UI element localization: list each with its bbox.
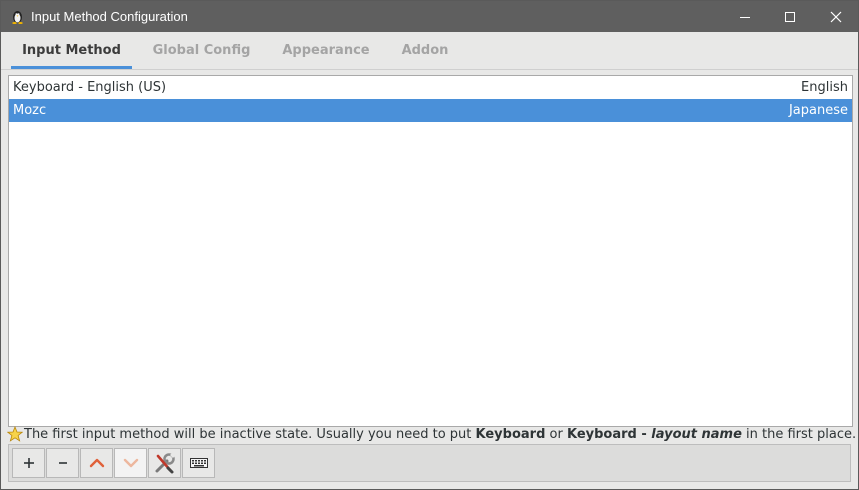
maximize-button[interactable] <box>767 1 813 32</box>
bottom-toolbar <box>8 444 851 482</box>
chevron-up-icon <box>89 458 104 468</box>
hint-text: The first input method will be inactive … <box>24 427 857 442</box>
input-method-list[interactable]: Keyboard - English (US) English Mozc Jap… <box>8 75 853 427</box>
keyboard-layout-button[interactable] <box>182 448 215 478</box>
plus-icon <box>23 458 34 468</box>
star-icon <box>7 426 23 442</box>
minimize-button[interactable] <box>722 1 768 32</box>
tab-global-config[interactable]: Global Config <box>144 32 259 69</box>
configure-button[interactable] <box>148 448 181 478</box>
close-button[interactable] <box>813 1 859 32</box>
tab-appearance[interactable]: Appearance <box>273 32 379 69</box>
input-method-config-window: Input Method Configuration Input Method … <box>0 0 859 490</box>
minimize-icon <box>740 16 750 18</box>
tab-bar: Input Method Global Config Appearance Ad… <box>1 32 858 70</box>
minus-icon <box>58 462 67 464</box>
hint-message: The first input method will be inactive … <box>7 425 857 445</box>
penguin-icon <box>12 11 23 24</box>
keyboard-icon <box>189 458 208 468</box>
tab-addon[interactable]: Addon <box>393 32 457 69</box>
maximize-icon <box>785 11 795 22</box>
remove-button[interactable] <box>46 448 79 478</box>
close-icon <box>830 11 842 22</box>
list-item[interactable]: Keyboard - English (US) English <box>9 76 852 99</box>
wrench-screwdriver-icon <box>155 452 175 474</box>
add-button[interactable] <box>12 448 45 478</box>
input-method-name: Mozc <box>13 103 47 118</box>
tab-input-method[interactable]: Input Method <box>11 32 132 69</box>
input-method-name: Keyboard - English (US) <box>13 80 167 95</box>
title-bar[interactable]: Input Method Configuration <box>1 1 858 32</box>
list-item-selected[interactable]: Mozc Japanese <box>9 99 852 122</box>
move-down-button[interactable] <box>114 448 147 478</box>
move-up-button[interactable] <box>80 448 113 478</box>
chevron-down-icon <box>123 458 138 468</box>
window-title: Input Method Configuration <box>31 9 188 24</box>
input-method-language: English <box>801 80 848 95</box>
input-method-language: Japanese <box>788 103 848 118</box>
